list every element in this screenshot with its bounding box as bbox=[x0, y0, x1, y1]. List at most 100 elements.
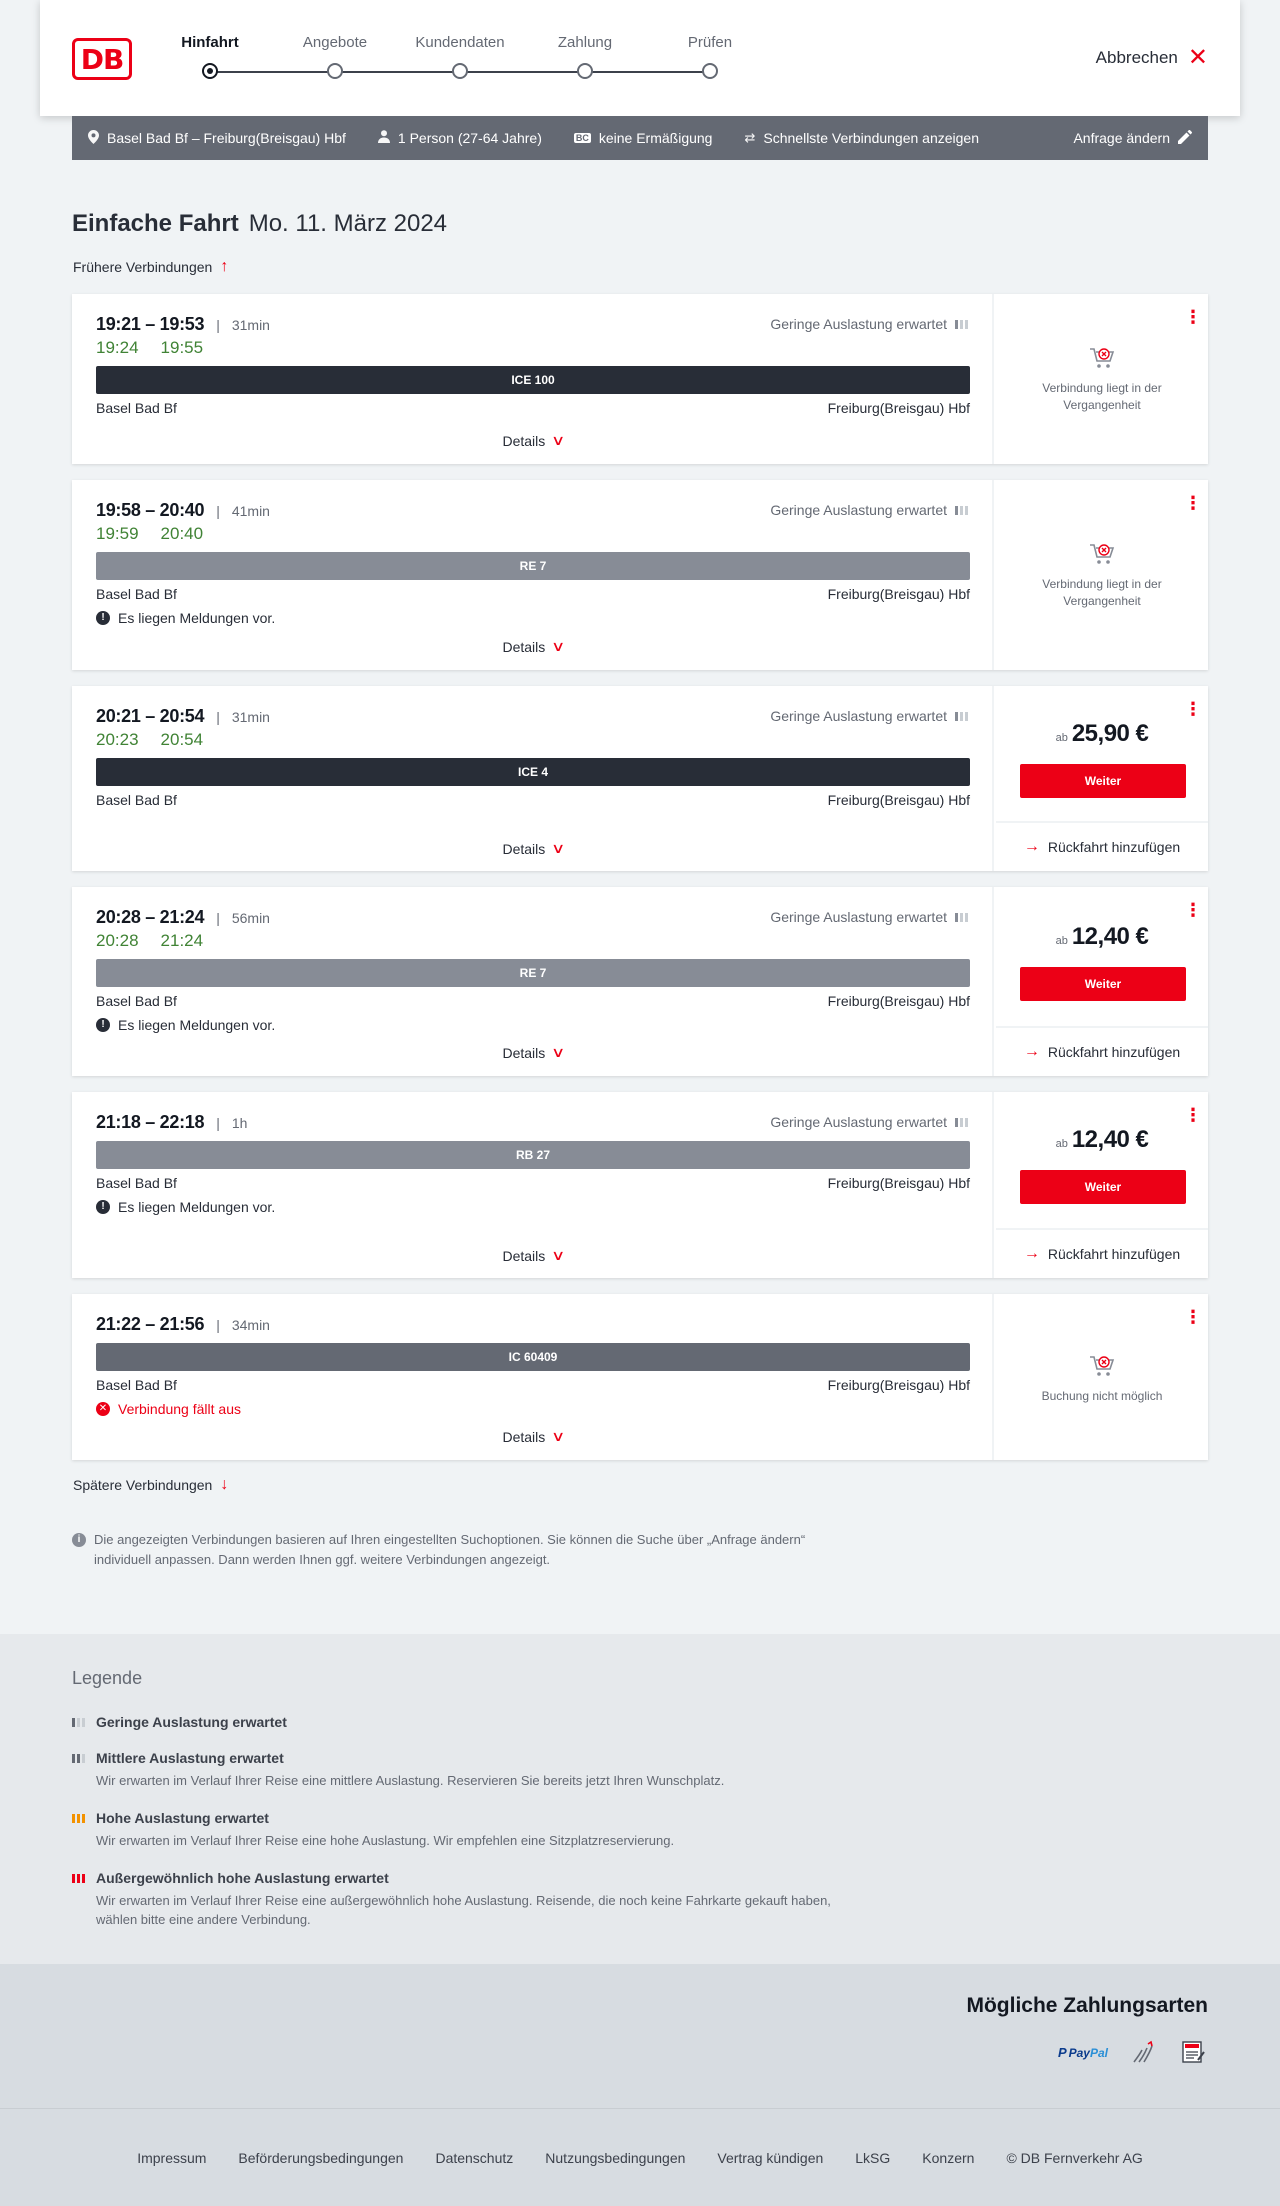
occupancy-info: Geringe Auslastung erwartet bbox=[770, 316, 968, 332]
separator: | bbox=[216, 910, 220, 926]
change-request-button[interactable]: Anfrage ändern bbox=[1073, 129, 1192, 147]
occupancy-high-icon bbox=[72, 1813, 88, 1823]
booking-panel: ⋮ ab 25,90 € Weiter → Rückfahrt hinzufüge… bbox=[996, 686, 1208, 871]
separator: | bbox=[216, 317, 220, 333]
arrival-station: Freiburg(Breisgau) Hbf bbox=[827, 1377, 970, 1393]
booking-panel: ⋮ ab 12,40 € Weiter → Rückfahrt hinzufüge… bbox=[996, 887, 1208, 1076]
payment-icons: P PayPal bbox=[1058, 2040, 1208, 2064]
past-connection-info: Verbindung liegt in der Vergangenheit bbox=[996, 542, 1208, 610]
footer-link-datenschutz[interactable]: Datenschutz bbox=[435, 2150, 513, 2166]
legend-item-high: Hohe Auslastung erwartet Wir erwarten im… bbox=[72, 1810, 852, 1850]
cancelled-icon: ✕ bbox=[96, 1402, 110, 1416]
price-amount: 12,40 € bbox=[1071, 1126, 1149, 1153]
message-text: Es liegen Meldungen vor. bbox=[118, 610, 276, 626]
details-toggle[interactable]: Details ∨ bbox=[72, 1247, 994, 1264]
separator: | bbox=[216, 1317, 220, 1333]
add-return-button[interactable]: → Rückfahrt hinzufügen bbox=[996, 1026, 1208, 1076]
arrival-station: Freiburg(Breisgau) Hbf bbox=[827, 792, 970, 808]
train-bar[interactable]: RB 27 bbox=[96, 1141, 970, 1169]
footer-copyright: © DB Fernverkehr AG bbox=[1006, 2149, 1143, 2166]
footer: Impressum Beförderungsbedingungen Datens… bbox=[0, 2108, 1280, 2206]
train-bar[interactable]: ICE 4 bbox=[96, 758, 970, 786]
occupancy-low-icon bbox=[72, 1717, 88, 1727]
more-options-icon[interactable]: ⋮ bbox=[1184, 1308, 1202, 1326]
realtime-row: 19:59 20:40 bbox=[96, 524, 203, 544]
realtime-departure: 20:28 bbox=[96, 931, 139, 950]
time-row: 21:22 – 21:56 | 34min bbox=[96, 1314, 270, 1335]
bahncard-icon: BC bbox=[573, 133, 591, 143]
header: DB Hinfahrt Angebote Kundendaten Zahlung… bbox=[40, 0, 1240, 116]
message-text: Es liegen Meldungen vor. bbox=[118, 1017, 276, 1033]
continue-button[interactable]: Weiter bbox=[1020, 967, 1186, 1001]
details-toggle[interactable]: Details ∨ bbox=[72, 1044, 994, 1061]
details-label: Details bbox=[502, 1247, 546, 1264]
train-bar[interactable]: IC 60409 bbox=[96, 1343, 970, 1371]
details-toggle[interactable]: Details ∨ bbox=[72, 1428, 994, 1445]
cancel-label: Abbrechen bbox=[1095, 48, 1178, 67]
price-prefix: ab bbox=[1055, 1138, 1068, 1150]
arrow-right-icon: → bbox=[1023, 1245, 1040, 1262]
departure-station: Basel Bad Bf bbox=[96, 1377, 177, 1393]
chevron-down-icon: ∨ bbox=[551, 1044, 566, 1060]
message-text: Es liegen Meldungen vor. bbox=[118, 1199, 276, 1215]
train-bar[interactable]: ICE 100 bbox=[96, 366, 970, 394]
realtime-row: 19:24 19:55 bbox=[96, 338, 203, 358]
legend-item-medium: Mittlere Auslastung erwartet Wir erwarte… bbox=[72, 1750, 852, 1790]
departure-station: Basel Bad Bf bbox=[96, 792, 177, 808]
add-return-button[interactable]: → Rückfahrt hinzufügen bbox=[996, 1228, 1208, 1278]
more-options-icon[interactable]: ⋮ bbox=[1184, 700, 1202, 718]
more-options-icon[interactable]: ⋮ bbox=[1184, 1106, 1202, 1124]
step-dot bbox=[202, 63, 218, 79]
occupancy-low-icon bbox=[955, 1117, 968, 1127]
planned-times: 21:18 – 22:18 bbox=[96, 1112, 205, 1132]
footer-link-konzern[interactable]: Konzern bbox=[922, 2150, 974, 2166]
summary-fastest: ⇄ Schnellste Verbindungen anzeigen bbox=[744, 130, 979, 146]
db-logo[interactable]: DB bbox=[72, 38, 132, 80]
occupancy-info: Geringe Auslastung erwartet bbox=[770, 1114, 968, 1130]
time-row: 21:18 – 22:18 | 1h bbox=[96, 1112, 247, 1133]
summary-discount: BC keine Ermäßigung bbox=[573, 130, 713, 146]
more-options-icon[interactable]: ⋮ bbox=[1184, 308, 1202, 326]
details-toggle[interactable]: Details ∨ bbox=[72, 840, 994, 857]
footer-link-nutzungsbedingungen[interactable]: Nutzungsbedingungen bbox=[545, 2150, 685, 2166]
footer-link-befoerderungsbedingungen[interactable]: Beförderungsbedingungen bbox=[238, 2150, 403, 2166]
add-return-label: Rückfahrt hinzufügen bbox=[1047, 839, 1181, 855]
footer-link-lksg[interactable]: LkSG bbox=[855, 2150, 890, 2166]
close-icon: ✕ bbox=[1187, 44, 1208, 71]
duration: 31min bbox=[231, 709, 270, 725]
discount-text: keine Ermäßigung bbox=[598, 130, 713, 146]
later-connections-link[interactable]: Spätere Verbindungen ↓ bbox=[73, 1476, 228, 1494]
details-toggle[interactable]: Details ∨ bbox=[72, 432, 994, 449]
more-options-icon[interactable]: ⋮ bbox=[1184, 901, 1202, 919]
summary-travellers: 1 Person (27-64 Jahre) bbox=[377, 130, 542, 146]
planned-times: 19:21 – 19:53 bbox=[96, 314, 205, 334]
add-return-button[interactable]: → Rückfahrt hinzufügen bbox=[996, 821, 1208, 871]
occupancy-low-icon bbox=[955, 505, 968, 515]
note-text: Die angezeigten Verbindungen basieren au… bbox=[94, 1532, 806, 1567]
continue-button[interactable]: Weiter bbox=[1020, 1170, 1186, 1204]
footer-link-vertrag-kuendigen[interactable]: Vertrag kündigen bbox=[717, 2150, 823, 2166]
details-toggle[interactable]: Details ∨ bbox=[72, 638, 994, 655]
more-options-icon[interactable]: ⋮ bbox=[1184, 494, 1202, 512]
legend-item-exceptional: Außergewöhnlich hohe Auslastung erwartet… bbox=[72, 1870, 852, 1929]
route-text: Basel Bad Bf – Freiburg(Breisgau) Hbf bbox=[107, 130, 346, 146]
payment-title: Mögliche Zahlungsarten bbox=[966, 1994, 1208, 2017]
train-bar[interactable]: RE 7 bbox=[96, 959, 970, 987]
train-bar[interactable]: RE 7 bbox=[96, 552, 970, 580]
realtime-arrival: 19:55 bbox=[160, 338, 204, 357]
earlier-connections-link[interactable]: Frühere Verbindungen ↑ bbox=[73, 258, 228, 276]
details-label: Details bbox=[502, 638, 546, 655]
occupancy-low-icon bbox=[955, 711, 968, 721]
info-icon: i bbox=[72, 1533, 86, 1547]
footer-link-impressum[interactable]: Impressum bbox=[137, 2150, 206, 2166]
past-connection-info: Verbindung liegt in der Vergangenheit bbox=[996, 346, 1208, 414]
continue-button[interactable]: Weiter bbox=[1020, 764, 1186, 798]
occupancy-low-icon bbox=[955, 912, 968, 922]
price: ab 12,40 € bbox=[996, 1126, 1208, 1154]
alert-icon: ! bbox=[96, 1200, 110, 1214]
price: ab 25,90 € bbox=[996, 720, 1208, 748]
info-message: ! Es liegen Meldungen vor. bbox=[96, 1017, 275, 1033]
cancel-button[interactable]: Abbrechen ✕ bbox=[1096, 46, 1208, 70]
occupancy-text: Geringe Auslastung erwartet bbox=[770, 316, 947, 332]
realtime-arrival: 21:24 bbox=[160, 931, 204, 950]
